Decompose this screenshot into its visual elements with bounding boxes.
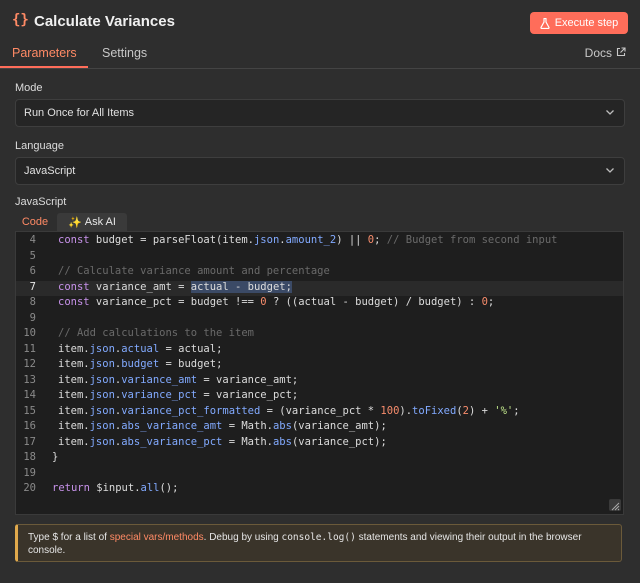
tab-parameters[interactable]: Parameters: [12, 46, 77, 60]
code-line[interactable]: 9: [16, 312, 623, 328]
mode-value: Run Once for All Items: [24, 107, 135, 119]
code-line[interactable]: 10 // Add calculations to the item: [16, 327, 623, 343]
language-label: Language: [15, 140, 64, 152]
language-select[interactable]: JavaScript: [15, 157, 625, 185]
mode-label: Mode: [15, 82, 43, 94]
external-link-icon: [616, 46, 626, 60]
code-text: // Calculate variance amount and percent…: [58, 265, 330, 277]
line-number: 17: [23, 435, 36, 448]
code-text: }: [52, 451, 59, 463]
line-number: 18: [23, 451, 36, 463]
code-line[interactable]: 14 item.json.variance_pct = variance_pct;: [16, 389, 623, 405]
docs-label: Docs: [584, 46, 612, 60]
node-title[interactable]: Calculate Variances: [34, 13, 175, 30]
hint-prefix: Type $ for a list of: [28, 532, 110, 543]
code-text: // Add calculations to the item: [58, 327, 254, 339]
code-editor[interactable]: 4 const budget = parseFloat(item.json.amo…: [15, 231, 624, 515]
code-line[interactable]: 16 item.json.abs_variance_amt = Math.abs(…: [16, 420, 623, 436]
code-text: const budget = parseFloat(item.json.amou…: [58, 234, 558, 246]
code-line[interactable]: 4 const budget = parseFloat(item.json.amo…: [16, 234, 623, 250]
line-number: 14: [23, 389, 36, 401]
ask-ai-label: Ask AI: [84, 216, 116, 228]
code-text: item.json.variance_pct = variance_pct;: [58, 389, 299, 401]
line-number: 20: [23, 482, 36, 494]
code-braces-icon: {}: [12, 12, 29, 28]
docs-link[interactable]: Docs: [585, 46, 626, 60]
line-number: 13: [23, 373, 36, 386]
line-number: 9: [29, 311, 36, 324]
execute-step-label: Execute step: [554, 17, 619, 29]
code-text: item.json.variance_amt = variance_amt;: [58, 373, 299, 386]
line-number: 12: [23, 358, 36, 370]
code-line[interactable]: 12 item.json.budget = budget;: [16, 358, 623, 374]
hint-callout: Type $ for a list of special vars/method…: [15, 524, 622, 562]
line-number: 10: [23, 327, 36, 339]
code-text: item.json.abs_variance_pct = Math.abs(va…: [58, 435, 387, 448]
resize-handle-icon[interactable]: [609, 499, 621, 511]
code-line[interactable]: 20 return $input.all();: [16, 482, 623, 498]
line-number: 7: [29, 280, 36, 293]
code-line[interactable]: 13 item.json.variance_amt = variance_amt;: [16, 374, 623, 390]
code-text: item.json.abs_variance_amt = Math.abs(va…: [58, 420, 387, 432]
node-header: {} Calculate Variances Execute step: [0, 0, 640, 44]
line-number: 5: [29, 249, 36, 262]
line-number: 11: [23, 342, 36, 355]
chevron-down-icon: [604, 164, 616, 179]
code-line[interactable]: 5: [16, 250, 623, 266]
hint-middle: . Debug by using: [203, 532, 282, 543]
code-text: item.json.variance_pct_formatted = (vari…: [58, 404, 520, 417]
line-number: 4: [29, 234, 36, 246]
execute-step-button[interactable]: Execute step: [530, 12, 628, 34]
line-number: 8: [29, 296, 36, 308]
code-line[interactable]: 7 const variance_amt = actual - budget;: [16, 280, 623, 296]
code-line[interactable]: 15 item.json.variance_pct_formatted = (va…: [16, 405, 623, 421]
tab-ask-ai[interactable]: ✨ Ask AI: [57, 213, 127, 231]
tab-settings[interactable]: Settings: [102, 46, 147, 60]
code-text: return $input.all();: [52, 482, 179, 494]
line-number: 6: [29, 265, 36, 277]
code-text: const variance_pct = budget !== 0 ? ((ac…: [58, 296, 495, 308]
code-line[interactable]: 17 item.json.abs_variance_pct = Math.abs(…: [16, 436, 623, 452]
line-number: 15: [23, 404, 36, 417]
tab-code[interactable]: Code: [15, 213, 55, 231]
flask-icon: [540, 17, 550, 29]
sparkle-icon: ✨: [68, 216, 82, 229]
code-text: const variance_amt = actual - budget;: [58, 280, 292, 293]
code-line[interactable]: 11 item.json.actual = actual;: [16, 343, 623, 359]
active-tab-indicator: [0, 66, 88, 68]
code-line[interactable]: 8 const variance_pct = budget !== 0 ? ((a…: [16, 296, 623, 312]
special-vars-link[interactable]: special vars/methods: [110, 532, 204, 543]
hint-code: console.log(): [281, 532, 356, 543]
code-line[interactable]: 19: [16, 467, 623, 483]
language-value: JavaScript: [24, 165, 76, 177]
panel-tabs: Parameters Settings Docs: [0, 40, 640, 69]
line-number: 19: [23, 466, 36, 479]
code-text: item.json.budget = budget;: [58, 358, 223, 370]
mode-select[interactable]: Run Once for All Items: [15, 99, 625, 127]
chevron-down-icon: [604, 106, 616, 121]
javascript-section-label: JavaScript: [15, 196, 67, 208]
code-text: item.json.actual = actual;: [58, 342, 223, 355]
line-number: 16: [23, 420, 36, 432]
code-line[interactable]: 6 // Calculate variance amount and percen…: [16, 265, 623, 281]
code-line[interactable]: 18}: [16, 451, 623, 467]
